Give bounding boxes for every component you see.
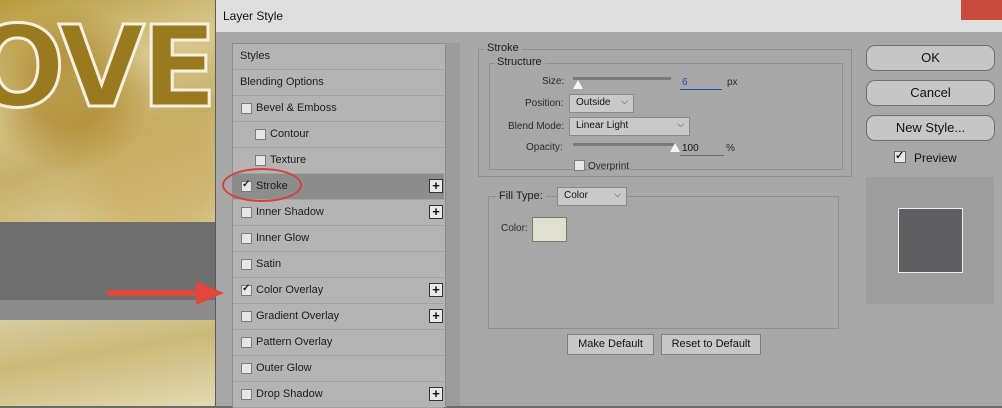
fill-type-value: Color <box>564 190 588 201</box>
overprint-label: Overprint <box>588 161 630 172</box>
stroke-color-swatch[interactable] <box>532 217 567 242</box>
style-list-item[interactable]: Inner Shadow + <box>233 200 444 226</box>
stroke-section-title: Stroke <box>484 42 522 54</box>
make-default-button[interactable]: Make Default <box>567 334 654 355</box>
opacity-unit: % <box>726 143 735 154</box>
blend-mode-value: Linear Light <box>576 120 629 131</box>
style-checkbox[interactable] <box>241 363 252 374</box>
style-list-item[interactable]: Contour <box>233 122 444 148</box>
ok-button[interactable]: OK <box>866 45 995 71</box>
new-style-button[interactable]: New Style... <box>866 115 995 141</box>
add-style-plus-icon[interactable]: + <box>429 283 443 297</box>
style-list-item-label: Bevel & Emboss <box>256 102 337 114</box>
style-checkbox[interactable] <box>241 283 252 296</box>
fill-type-label: Fill Type: <box>496 190 546 202</box>
style-checkbox[interactable] <box>255 155 266 166</box>
style-list-item[interactable]: Styles <box>233 44 444 70</box>
cancel-button[interactable]: Cancel <box>866 80 995 106</box>
blend-mode-select[interactable]: Linear Light ⌵ <box>569 117 690 136</box>
style-list-item-label: Drop Shadow <box>256 388 323 400</box>
style-list-item[interactable]: Blending Options <box>233 70 444 96</box>
style-list-item[interactable]: Drop Shadow + <box>233 382 444 408</box>
style-list-item[interactable]: Pattern Overlay <box>233 330 444 356</box>
preview-label: Preview <box>914 151 957 165</box>
size-slider-track[interactable] <box>573 77 671 80</box>
style-list-item-label: Inner Glow <box>256 232 310 244</box>
style-list-item-label: Contour <box>270 128 310 140</box>
close-button[interactable] <box>961 0 1002 20</box>
opacity-label: Opacity: <box>526 142 563 153</box>
canvas-texture-bottom <box>0 320 230 406</box>
add-style-plus-icon[interactable]: + <box>429 309 443 323</box>
size-unit: px <box>727 77 738 88</box>
style-list: Styles Blending Options Bevel & Emboss Cont… <box>232 43 447 408</box>
chevron-down-icon: ⌵ <box>677 119 684 129</box>
reset-to-default-button[interactable]: Reset to Default <box>661 334 761 355</box>
style-list-item[interactable]: Inner Glow <box>233 226 444 252</box>
dialog-title: Layer Style <box>223 9 284 23</box>
style-list-item-label: Styles <box>240 50 270 62</box>
style-list-item-label: Gradient Overlay <box>256 310 340 322</box>
style-list-item[interactable]: Gradient Overlay + <box>233 304 444 330</box>
style-checkbox[interactable] <box>241 207 252 218</box>
add-style-plus-icon[interactable]: + <box>429 205 443 219</box>
style-list-item[interactable]: Color Overlay + <box>233 278 444 304</box>
style-list-item-label: Texture <box>270 154 307 166</box>
color-label: Color: <box>501 223 528 234</box>
blend-mode-label: Blend Mode: <box>508 121 565 132</box>
overprint-checkbox[interactable] <box>574 160 585 171</box>
style-list-scrollbar[interactable] <box>445 43 460 406</box>
style-checkbox[interactable] <box>241 233 252 244</box>
opacity-slider-track[interactable] <box>573 143 675 146</box>
style-checkbox[interactable] <box>241 103 252 114</box>
opacity-input[interactable] <box>680 141 724 156</box>
position-value: Outside <box>576 97 611 108</box>
style-checkbox[interactable] <box>241 311 252 322</box>
size-input[interactable] <box>680 75 722 90</box>
style-list-item-label: Inner Shadow <box>256 206 324 218</box>
style-list-item-label: Pattern Overlay <box>256 336 333 348</box>
fill-type-group <box>488 196 839 329</box>
style-list-item-label: Blending Options <box>240 76 324 88</box>
add-style-plus-icon[interactable]: + <box>429 387 443 401</box>
preview-checkbox[interactable] <box>894 149 906 163</box>
annotation-highlight-ellipse <box>222 168 302 202</box>
add-style-plus-icon[interactable]: + <box>429 179 443 193</box>
preview-panel <box>866 177 994 304</box>
style-list-item-label: Outer Glow <box>256 362 312 374</box>
size-slider-thumb[interactable] <box>573 80 583 89</box>
layer-style-dialog: Layer Style Styles Blending Options Bevel … <box>215 0 1002 408</box>
style-list-item-label: Satin <box>256 258 282 270</box>
position-select[interactable]: Outside ⌵ <box>569 94 634 113</box>
style-list-item[interactable]: Outer Glow <box>233 356 444 382</box>
style-list-item[interactable]: Bevel & Emboss <box>233 96 444 122</box>
dialog-titlebar[interactable]: Layer Style <box>216 0 1002 32</box>
style-checkbox[interactable] <box>241 337 252 348</box>
position-label: Position: <box>525 98 564 109</box>
style-list-item[interactable]: Satin <box>233 252 444 278</box>
opacity-slider-thumb[interactable] <box>670 143 680 152</box>
fill-type-select[interactable]: Color ⌵ <box>557 187 627 206</box>
size-label: Size: <box>542 76 565 87</box>
style-list-item-label: Color Overlay <box>256 284 324 296</box>
style-checkbox[interactable] <box>241 389 252 400</box>
structure-section-title: Structure <box>494 56 545 68</box>
annotation-arrow-icon <box>107 281 224 305</box>
style-checkbox[interactable] <box>241 259 252 270</box>
preview-thumbnail <box>898 208 963 273</box>
chevron-down-icon: ⌵ <box>614 189 621 199</box>
style-checkbox[interactable] <box>255 129 266 140</box>
chevron-down-icon: ⌵ <box>621 96 628 106</box>
